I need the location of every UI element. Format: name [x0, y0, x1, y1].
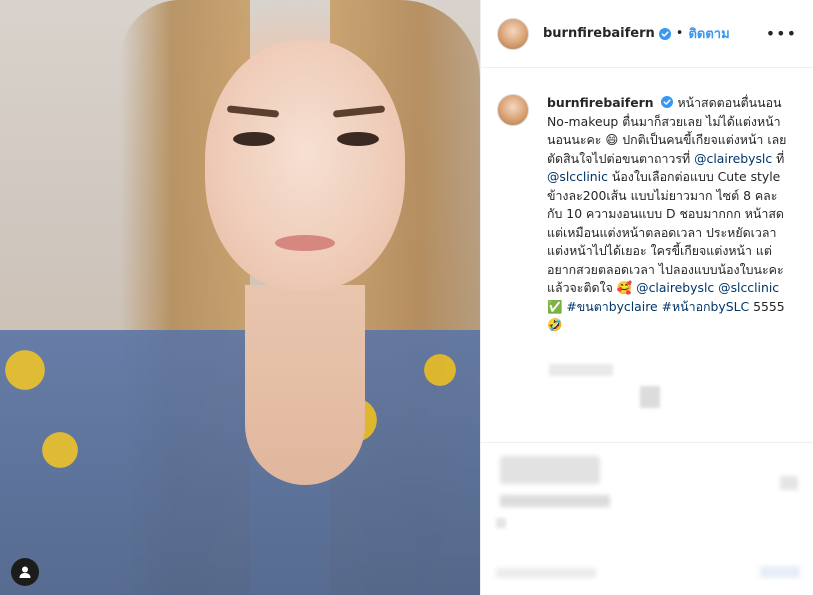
- blurred-action-icons[interactable]: [500, 456, 600, 484]
- post-caption: burnfirebaifern หน้าสดตอนตื่นนอน No-make…: [481, 68, 813, 335]
- caption-body-5: ✅: [547, 298, 567, 314]
- user-tag-button[interactable]: [11, 558, 39, 586]
- post-photo[interactable]: [0, 0, 480, 595]
- mention-link[interactable]: @clairebyslc: [694, 151, 772, 166]
- mention-link[interactable]: @clairebyslc: [636, 280, 714, 295]
- author-username[interactable]: burnfirebaifern: [543, 26, 655, 41]
- blurred-post-button[interactable]: [760, 566, 800, 578]
- follow-button[interactable]: ติดตาม: [688, 23, 729, 44]
- verified-badge-icon: [661, 96, 674, 108]
- post-actions-divider: [480, 442, 813, 443]
- photo-shirt: [0, 330, 480, 595]
- blurred-likes-count: [500, 495, 610, 507]
- person-icon: [19, 566, 31, 578]
- photo-face: [205, 40, 405, 290]
- photo-brow-left: [226, 105, 280, 118]
- mention-link[interactable]: @slcclinic: [718, 280, 779, 295]
- blurred-save-icon[interactable]: [780, 476, 798, 490]
- verified-badge-icon: [658, 27, 671, 40]
- post-header: burnfirebaifern • ติดตาม •••: [481, 0, 813, 68]
- mention-link[interactable]: @slcclinic: [547, 169, 608, 184]
- photo-eye-left: [233, 132, 275, 146]
- caption-text: burnfirebaifern หน้าสดตอนตื่นนอน No-make…: [547, 94, 787, 335]
- more-options-button[interactable]: •••: [766, 24, 797, 43]
- blurred-timestamp: [549, 364, 613, 376]
- hashtag-link[interactable]: #หน้าอกbySLC: [662, 299, 750, 314]
- caption-avatar[interactable]: [497, 94, 529, 126]
- header-separator: •: [675, 26, 684, 41]
- hashtag-link[interactable]: #ขนตาbyclaire: [566, 299, 657, 314]
- photo-brow-right: [332, 105, 386, 118]
- photo-lips: [275, 235, 335, 251]
- photo-eye-right: [337, 132, 379, 146]
- blurred-icon: [640, 386, 660, 408]
- author-avatar[interactable]: [497, 17, 529, 50]
- caption-body-3: น้องใบเลือกต่อแบบ Cute style ข้างละ200เส…: [547, 169, 784, 295]
- blurred-comment-input[interactable]: [496, 568, 596, 578]
- caption-body-2: ที่: [772, 150, 785, 166]
- blurred-date: [496, 518, 506, 528]
- photo-neck: [245, 285, 365, 485]
- caption-username[interactable]: burnfirebaifern: [547, 95, 654, 110]
